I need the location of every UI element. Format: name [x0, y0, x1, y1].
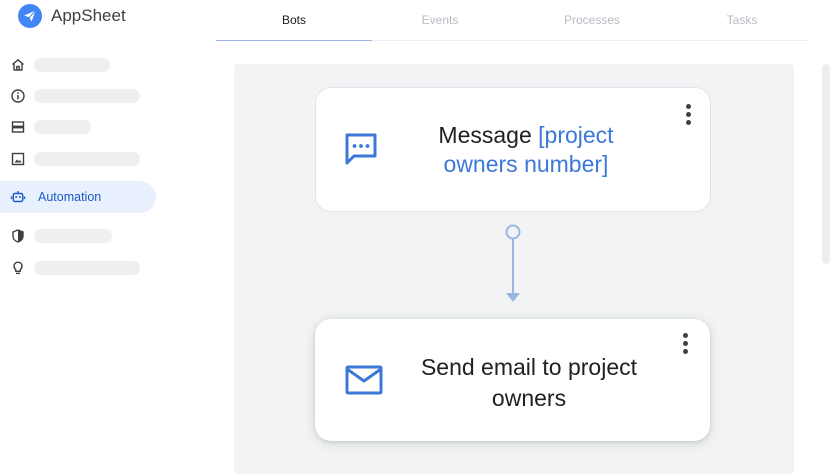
sidebar-item-placeholder: [34, 58, 110, 72]
sidebar-item-home[interactable]: [0, 49, 156, 81]
message-icon: [345, 133, 377, 165]
sidebar-item-placeholder: [34, 120, 91, 134]
step-card-message[interactable]: Message [project owners number]: [315, 87, 711, 212]
tab-tasks[interactable]: Tasks: [666, 0, 818, 40]
sidebar-item-intelligence[interactable]: [0, 252, 156, 284]
step-card-send-email[interactable]: Send email to project owners: [315, 319, 710, 441]
sidebar-item-data[interactable]: [0, 111, 156, 143]
sidebar-item-placeholder: [34, 229, 112, 243]
sidebar-item-placeholder: [34, 89, 140, 103]
robot-icon: [10, 189, 26, 205]
sidebar-item-info[interactable]: [0, 80, 156, 112]
tab-bots[interactable]: Bots: [216, 0, 372, 40]
data-icon: [10, 119, 26, 135]
tab-processes[interactable]: Processes: [516, 0, 668, 40]
shield-icon: [10, 228, 26, 244]
step-connector-arrow: [505, 224, 521, 302]
email-icon: [345, 365, 383, 395]
step-title: Message [project owners number]: [416, 121, 636, 179]
sidebar-item-placeholder: [34, 261, 140, 275]
sidebar-item-media[interactable]: [0, 143, 156, 175]
sidebar-item-placeholder: [34, 152, 140, 166]
sidebar-item-label: Automation: [38, 190, 102, 204]
home-icon: [10, 57, 26, 73]
active-tab-indicator: [216, 40, 372, 41]
sidebar-item-automation[interactable]: Automation: [0, 181, 156, 213]
more-options-icon[interactable]: [686, 104, 692, 126]
image-icon: [10, 151, 26, 167]
app-brand[interactable]: AppSheet: [18, 4, 126, 28]
app-name: AppSheet: [51, 6, 126, 25]
appsheet-logo-icon: [18, 4, 42, 28]
step-title-prefix: Message: [438, 122, 539, 148]
automation-tabs: Bots Events Processes Tasks: [216, 0, 808, 41]
vertical-scrollbar[interactable]: [822, 64, 830, 264]
tab-events[interactable]: Events: [364, 0, 516, 40]
lightbulb-icon: [10, 260, 26, 276]
sidebar-item-security[interactable]: [0, 220, 156, 252]
step-title: Send email to project owners: [420, 354, 638, 411]
info-icon: [10, 88, 26, 104]
more-options-icon[interactable]: [683, 333, 689, 355]
